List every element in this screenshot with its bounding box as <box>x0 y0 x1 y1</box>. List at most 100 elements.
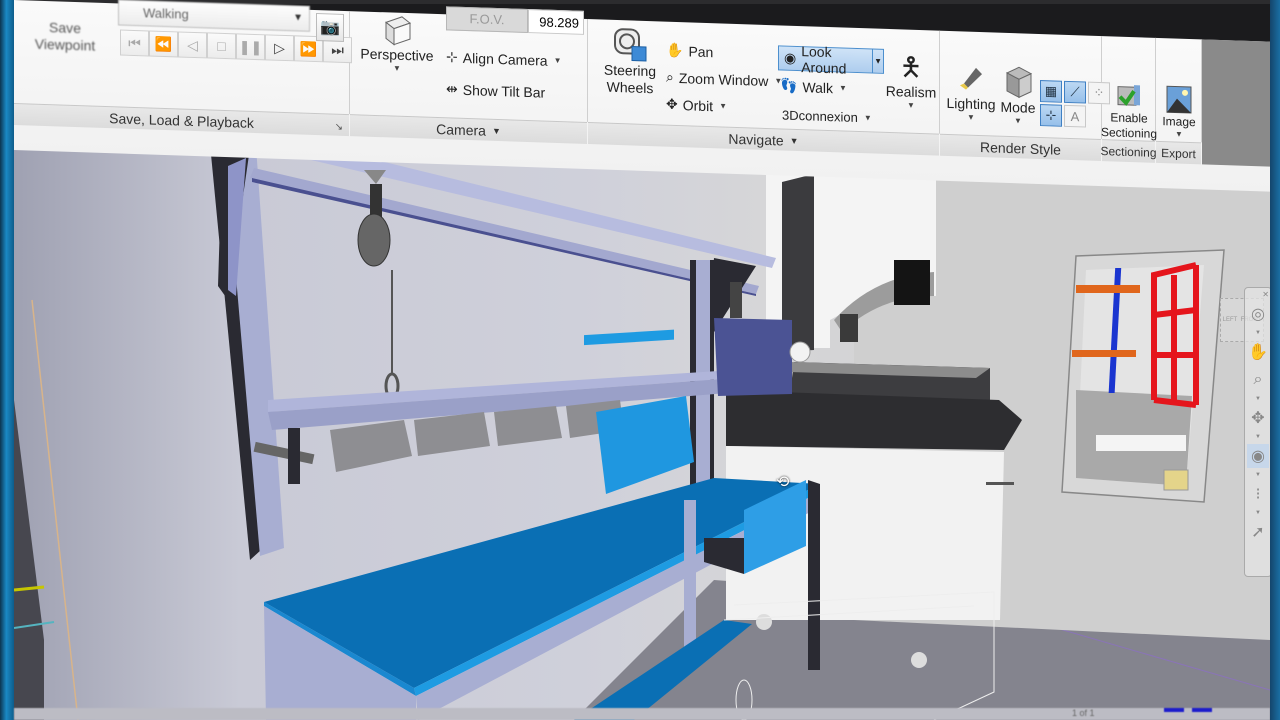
chevron-down-icon: ▼ <box>293 12 303 24</box>
zoom-window-button[interactable]: ⌕ Zoom Window ▼ <box>666 69 782 90</box>
chevron-down-icon: ▼ <box>863 113 872 123</box>
panel-sectioning: Enable Sectioning Sectioning <box>1100 36 1157 163</box>
chevron-down-icon[interactable]: ▼ <box>1255 396 1261 402</box>
look-around-icon[interactable]: ◉ <box>1247 444 1269 468</box>
image-icon <box>1166 85 1192 114</box>
orbit-button[interactable]: ✥ Orbit ▼ <box>666 96 727 115</box>
walk-button[interactable]: 👣 Walk ▼ <box>780 77 847 96</box>
flashlight-icon <box>960 67 982 90</box>
panel-camera: Perspective ▼ F.O.V. ° ⊹ Align Camera ▼ … <box>350 6 590 145</box>
panel-title: Sectioning <box>1100 139 1157 163</box>
mode-cube-icon <box>1005 66 1033 99</box>
realism-button[interactable]: 🯅 Realism ▼ <box>886 49 937 112</box>
chevron-down-icon: ▼ <box>839 83 847 93</box>
machine-head <box>894 260 930 305</box>
viewcube-left-face[interactable]: LEFT <box>1223 317 1238 323</box>
pause-button[interactable]: ❚❚ <box>236 33 265 61</box>
look-around-cursor: ⟲ <box>776 474 790 491</box>
navigation-bar: ✕ ◎ ▼ ✋ ⌕ ▼ ✥ ▼ ◉ ▼ ⁝ ▼ ➚ <box>1244 287 1272 577</box>
fov-label: F.O.V. <box>446 6 528 34</box>
status-indicator <box>1192 708 1212 712</box>
align-camera-icon: ⊹ <box>446 48 458 65</box>
chevron-down-icon[interactable]: ▼ <box>1255 472 1261 478</box>
dialog-launcher-icon[interactable]: ↘ <box>335 122 343 133</box>
perspective-cube-icon <box>384 16 412 46</box>
lighting-button[interactable]: Lighting ▼ <box>946 61 996 124</box>
pegboard <box>596 396 694 494</box>
pan-hand-icon[interactable]: ✋ <box>1247 340 1269 364</box>
chevron-down-icon: ▼ <box>719 101 727 111</box>
mode-button[interactable]: Mode ▼ <box>996 65 1040 127</box>
window-border-left <box>0 0 14 720</box>
panel-export: Image ▼ Export <box>1156 37 1202 165</box>
chevron-down-icon: ▼ <box>491 125 501 136</box>
snap-points-toggle[interactable]: ⊹ <box>1040 104 1062 127</box>
zoom-window-icon[interactable]: ⌕ <box>1247 368 1269 392</box>
window-border-right <box>1270 0 1280 720</box>
image-button[interactable]: Image ▼ <box>1156 84 1202 141</box>
render-toggles: ▦ ⟋ ⁘ ⊹ A <box>1040 80 1110 128</box>
enable-sectioning-button[interactable]: Enable Sectioning <box>1101 80 1157 142</box>
play-reverse-button[interactable]: ◁ <box>178 31 207 59</box>
steering-wheels-button[interactable]: Steering Wheels <box>598 25 662 97</box>
play-button[interactable]: ▷ <box>265 34 294 62</box>
status-indicator <box>1164 708 1184 712</box>
save-viewpoint-button[interactable]: Save Viewpoint <box>24 18 106 55</box>
camera-edit-icon: 📷 <box>320 19 340 37</box>
pan-button[interactable]: ✋ Pan <box>666 42 713 61</box>
left-structure <box>14 400 44 720</box>
fov-input[interactable] <box>528 9 584 35</box>
chevron-down-icon[interactable]: ▼ <box>1255 510 1261 516</box>
look-around-eye-icon: ◉ <box>784 49 797 66</box>
stop-button[interactable]: □ <box>207 32 236 60</box>
chevron-down-icon[interactable]: ▼ <box>872 49 883 73</box>
sectioning-check-icon <box>1117 85 1140 107</box>
storage-bin <box>494 406 562 446</box>
perspective-button[interactable]: Perspective ▼ <box>360 11 434 74</box>
tilt-bar-icon: ⇹ <box>446 80 458 97</box>
status-bar: 1 of 1 <box>14 708 1270 720</box>
steering-wheel-icon[interactable]: ◎ <box>1247 302 1269 326</box>
panel-save-load-playback: Save Viewpoint Walking ▼ ⏮ ⏪ ◁ □ ❚❚ ▷ ⏩ … <box>14 0 352 137</box>
chevron-down-icon[interactable]: ▼ <box>1255 330 1261 336</box>
show-tilt-bar-button[interactable]: ⇹ Show Tilt Bar <box>446 80 545 100</box>
realism-person-icon: 🯅 <box>899 51 923 83</box>
chevron-down-icon: ▼ <box>553 55 562 66</box>
chevron-down-icon: ▼ <box>967 112 975 122</box>
chevron-down-icon: ▼ <box>789 135 799 146</box>
3d-viewport[interactable]: LEFT FRONT ⟲ <box>14 100 1270 720</box>
storage-bin <box>414 412 490 456</box>
walk-footprints-icon: 👣 <box>780 77 798 94</box>
text-toggle[interactable]: A <box>1064 104 1086 128</box>
3dconnexion-button[interactable]: 3Dconnexion ▼ <box>782 107 872 125</box>
chevron-down-icon: ▼ <box>907 100 915 110</box>
steering-wheel-icon <box>614 28 647 62</box>
walk-footprints-icon[interactable]: ⁝ <box>1247 482 1269 506</box>
chevron-down-icon: ▼ <box>1014 116 1022 126</box>
monitor-box <box>714 318 792 396</box>
rewind-button[interactable]: ⏮ <box>120 29 149 57</box>
zoom-window-icon: ⌕ <box>666 68 674 85</box>
select-arrow-icon[interactable]: ➚ <box>1247 520 1269 544</box>
chevron-down-icon: ▼ <box>1175 129 1183 139</box>
page-indicator: 1 of 1 <box>1072 708 1095 718</box>
step-back-button[interactable]: ⏪ <box>149 30 178 58</box>
panel-navigate: Steering Wheels ✋ Pan ⌕ Zoom Window ▼ ✥ … <box>588 19 940 156</box>
align-camera-button[interactable]: ⊹ Align Camera ▼ <box>446 48 561 69</box>
edit-animation-button[interactable]: 📷 <box>316 13 344 42</box>
chevron-down-icon: ▼ <box>393 63 401 73</box>
look-around-button[interactable]: ◉ Look Around ▼ <box>778 43 884 76</box>
chevron-down-icon[interactable]: ▼ <box>1255 434 1261 440</box>
orbit-icon: ✥ <box>666 95 678 113</box>
ribbon-empty-area <box>1202 39 1270 167</box>
orbit-icon[interactable]: ✥ <box>1247 406 1269 430</box>
storage-bin <box>330 420 412 472</box>
panel-title: Export <box>1156 140 1201 165</box>
lines-toggle[interactable]: ⟋ <box>1064 80 1086 104</box>
panel-render-style: Lighting ▼ Mode ▼ ▦ ⟋ ⁘ ⊹ A Render Style <box>940 30 1110 162</box>
scene <box>14 128 1270 720</box>
close-icon[interactable]: ✕ <box>1262 290 1269 299</box>
surfaces-toggle[interactable]: ▦ <box>1040 80 1062 103</box>
pan-hand-icon: ✋ <box>666 41 684 59</box>
animation-select[interactable]: Walking ▼ <box>118 0 310 32</box>
